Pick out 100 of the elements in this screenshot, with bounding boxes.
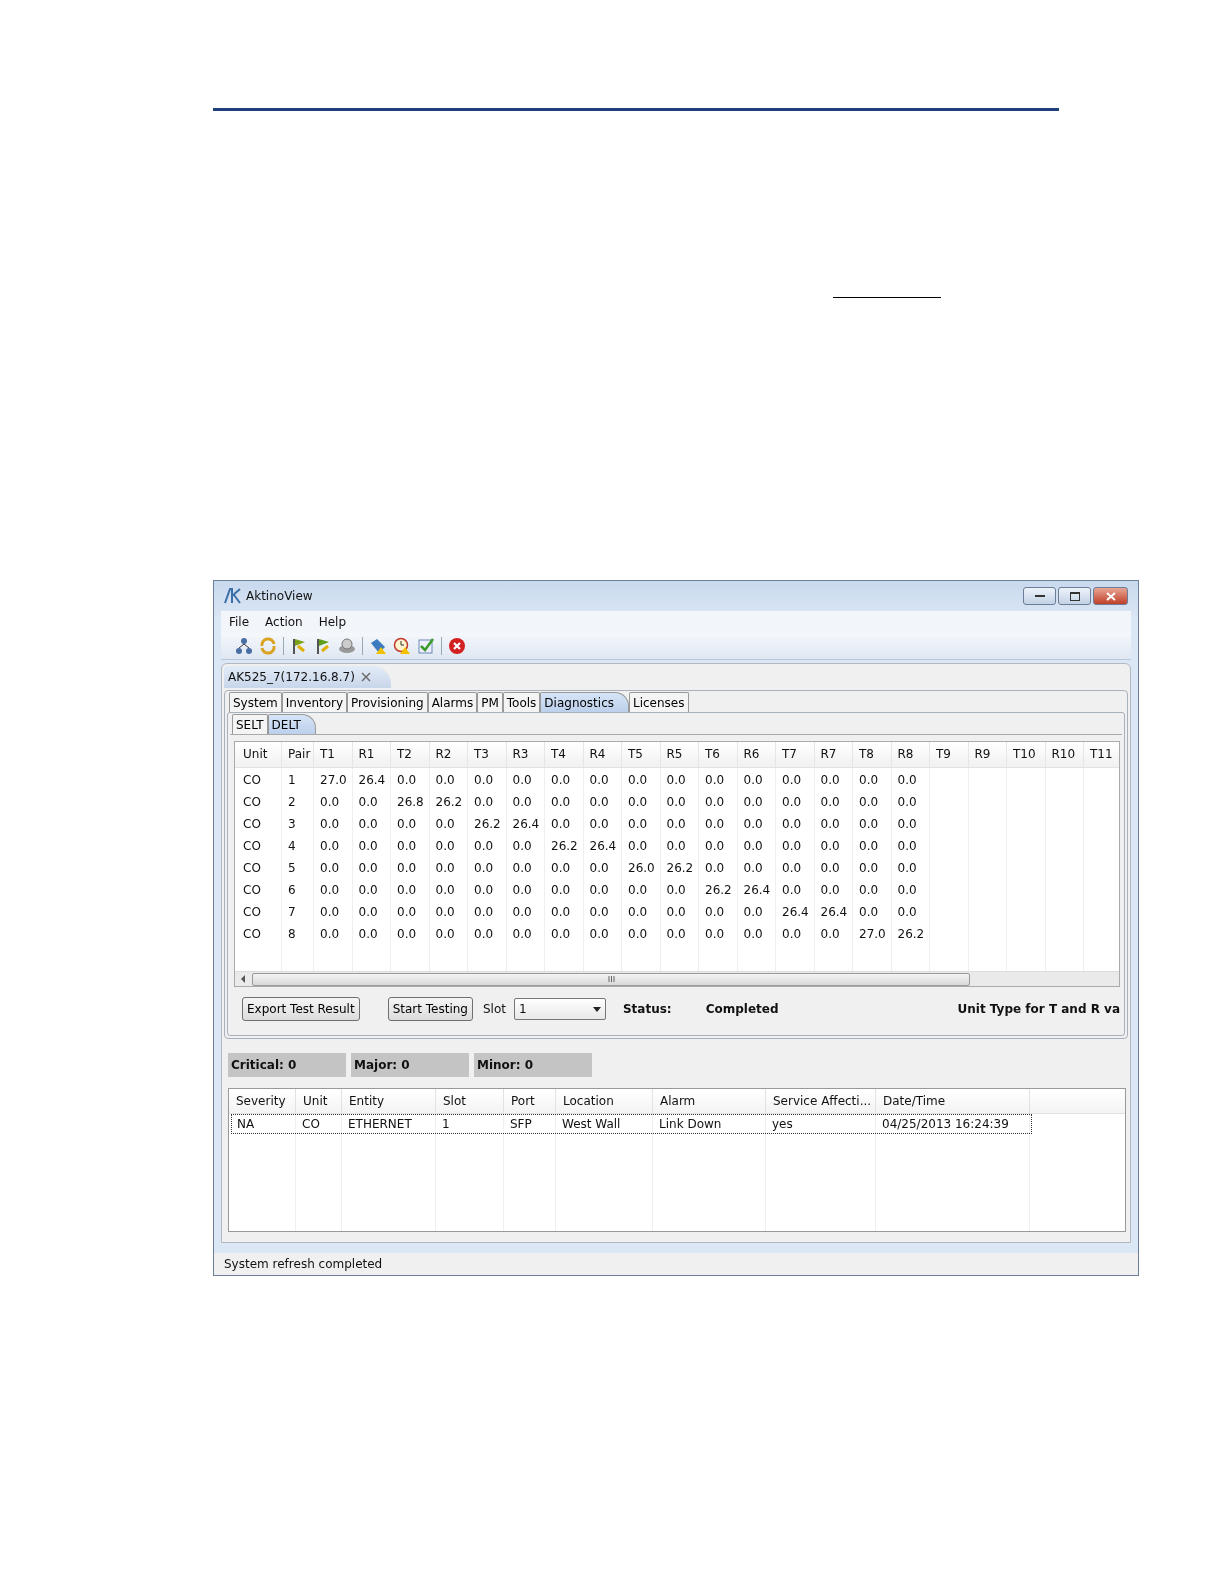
table-cell-text: 0.0	[896, 904, 918, 919]
column-header[interactable]: Unit	[237, 742, 282, 767]
tab[interactable]: DELT	[267, 714, 316, 734]
table-cell-text: 0.0	[357, 794, 379, 809]
table-cell-text: 0.0	[781, 860, 803, 875]
tab[interactable]: Licenses	[629, 692, 689, 712]
column-header[interactable]: R5	[660, 742, 699, 767]
column-header[interactable]: Alarm	[653, 1089, 766, 1113]
column-header[interactable]: Pair	[282, 742, 314, 767]
tab[interactable]: SELT	[232, 714, 268, 734]
maximize-icon	[1069, 591, 1080, 601]
column-header[interactable]: R3	[506, 742, 545, 767]
column-header[interactable]: Service Affecti...	[766, 1089, 876, 1113]
column-header[interactable]: T11	[1084, 742, 1119, 767]
table-cell-text: 0.0	[396, 838, 418, 853]
export-test-result-button[interactable]: Export Test Result	[242, 997, 360, 1021]
grip-icon	[607, 976, 615, 982]
column-header[interactable]: T9	[930, 742, 969, 767]
table-cell-text: 0.0	[858, 772, 880, 787]
table-cell-text: 26.4	[819, 904, 849, 919]
table-cell-text: CO	[242, 816, 262, 831]
column-header[interactable]: R7	[814, 742, 853, 767]
column-header[interactable]: T6	[699, 742, 738, 767]
tab[interactable]: System	[229, 692, 282, 712]
minimize-button[interactable]	[1023, 587, 1056, 605]
table-cell-text: 0.0	[319, 860, 341, 875]
disk-icon[interactable]	[338, 637, 356, 655]
column-header[interactable]: T1	[314, 742, 353, 767]
column-header[interactable]: T10	[1007, 742, 1046, 767]
table-cell-text: 0.0	[434, 838, 456, 853]
flag-icon[interactable]	[290, 637, 308, 655]
column-header[interactable]: R1	[352, 742, 391, 767]
table-cell-text: CO	[242, 926, 262, 941]
flag-icon[interactable]	[314, 637, 332, 655]
menu-item[interactable]: File	[229, 615, 250, 629]
alarm-row[interactable]: NA CO ETHERNET 1 SFP West Wall Link Down yes 04/25/2013 16:24:39	[231, 1114, 1032, 1134]
window-title: AktinoView	[246, 589, 313, 603]
menu-item[interactable]: Help	[318, 615, 347, 629]
column-header[interactable]: R9	[968, 742, 1007, 767]
table-cell-text: 0.0	[588, 794, 610, 809]
alarm-count: Minor: 0	[474, 1053, 592, 1077]
column-header[interactable]: T8	[853, 742, 892, 767]
scrollbar-thumb[interactable]	[252, 972, 970, 986]
column-header[interactable]: Entity	[342, 1089, 436, 1113]
tab[interactable]: Inventory	[281, 692, 348, 712]
tag-warning-icon[interactable]	[369, 637, 387, 655]
close-button[interactable]	[1093, 587, 1128, 605]
scroll-left-icon[interactable]	[240, 975, 246, 983]
column-header[interactable]: T5	[622, 742, 661, 767]
table-cell-text: 0.0	[396, 926, 418, 941]
stop-icon[interactable]	[448, 637, 466, 655]
table-cell-text: 0.0	[627, 794, 649, 809]
column-header[interactable]: R4	[583, 742, 622, 767]
table-cell-text: 04/25/2013 16:24:39	[881, 1117, 1010, 1131]
table-cell-text: ETHERNET	[347, 1117, 413, 1131]
horizontal-scrollbar[interactable]	[235, 971, 1119, 986]
table-cell-text: 27.0	[319, 772, 348, 787]
menu-item[interactable]: Action	[265, 615, 303, 629]
column-header[interactable]: T3	[468, 742, 507, 767]
column-header[interactable]: Date/Time	[876, 1089, 1030, 1113]
tab[interactable]: PM	[477, 692, 503, 712]
checklist-icon[interactable]	[417, 637, 435, 655]
column-header[interactable]: R8	[891, 742, 930, 767]
table-cell-text: 0.0	[704, 794, 726, 809]
column-header[interactable]: Severity	[229, 1089, 296, 1113]
column-header[interactable]: R6	[737, 742, 776, 767]
clock-warning-icon[interactable]	[393, 637, 411, 655]
start-testing-button[interactable]: Start Testing	[387, 997, 473, 1021]
network-icon[interactable]	[235, 637, 253, 655]
tab[interactable]: Diagnostics	[540, 692, 629, 712]
column-header[interactable]: Slot	[436, 1089, 504, 1113]
table-cell-text: 0.0	[896, 816, 918, 831]
document-tab-label: AK525_7(172.16.8.7)	[228, 670, 355, 684]
tab[interactable]: Alarms	[427, 692, 478, 712]
tab[interactable]: Tools	[502, 692, 541, 712]
table-cell-text: 0.0	[357, 838, 379, 853]
column-header[interactable]: T7	[776, 742, 815, 767]
document-tab[interactable]: AK525_7(172.16.8.7)	[224, 666, 391, 688]
table-cell-text: 0.0	[550, 926, 572, 941]
table-cell-text: CO	[242, 794, 262, 809]
table-cell-text: 0.0	[896, 860, 918, 875]
close-icon[interactable]	[360, 672, 371, 682]
column-header[interactable]: Location	[556, 1089, 653, 1113]
column-header[interactable]: R2	[429, 742, 468, 767]
table-cell-text: 26.4	[357, 772, 387, 787]
table-cell-text: 0.0	[858, 904, 880, 919]
tab[interactable]: Provisioning	[347, 692, 428, 712]
column-header[interactable]: T2	[391, 742, 430, 767]
table-cell-text: 0.0	[704, 904, 726, 919]
column-header[interactable]: Unit	[296, 1089, 342, 1113]
slot-dropdown[interactable]: 1	[513, 998, 606, 1020]
maximize-button[interactable]	[1058, 587, 1091, 605]
column-header[interactable]: T4	[545, 742, 584, 767]
table-cell-text: 0.0	[396, 772, 418, 787]
table-cell-text: 0.0	[550, 882, 572, 897]
close-icon	[1105, 591, 1116, 601]
column-header[interactable]: Port	[504, 1089, 556, 1113]
table-cell-text: 0.0	[511, 860, 533, 875]
status-label: Status:	[622, 1002, 672, 1016]
column-header[interactable]: R10	[1045, 742, 1084, 767]
